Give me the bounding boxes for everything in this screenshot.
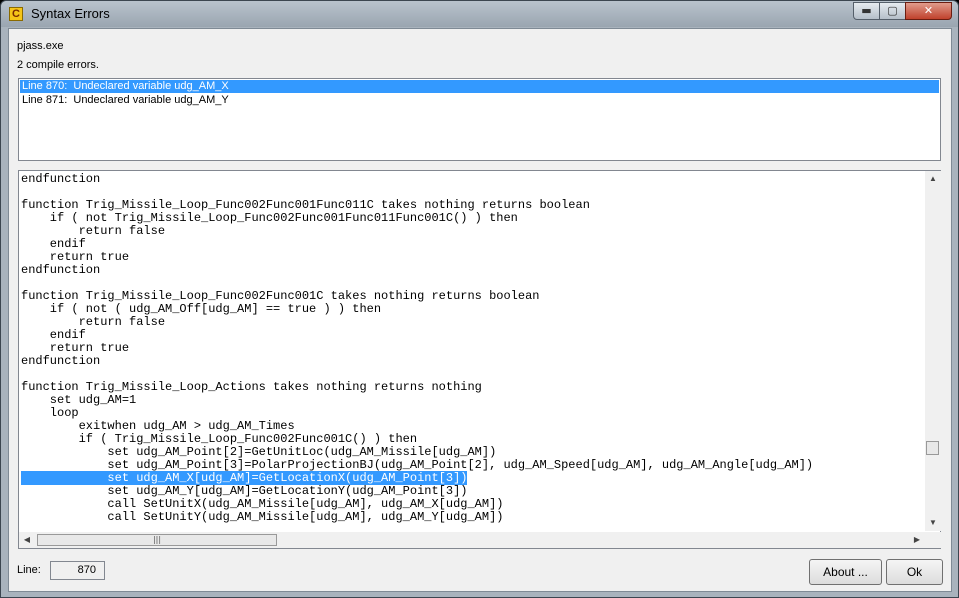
code-lines: endfunction function Trig_Missile_Loop_Fu… bbox=[21, 173, 923, 532]
code-line: endif bbox=[21, 237, 86, 251]
code-line: endfunction bbox=[21, 354, 101, 368]
window-title: Syntax Errors bbox=[31, 6, 110, 21]
horizontal-scroll-thumb[interactable]: ||| bbox=[37, 534, 277, 546]
code-line: set udg_AM=1 bbox=[21, 393, 137, 407]
app-icon: C bbox=[9, 7, 23, 21]
error-list-item[interactable]: Line 871: Undeclared variable udg_AM_Y bbox=[20, 94, 939, 107]
scroll-down-arrow-icon[interactable]: ▼ bbox=[925, 515, 941, 531]
maximize-button[interactable]: ▢ bbox=[879, 2, 906, 20]
highlighted-error-line: set udg_AM_X[udg_AM]=GetLocationX(udg_AM… bbox=[21, 471, 468, 485]
line-label: Line: bbox=[17, 564, 41, 576]
code-line: call SetUnitY(udg_AM_Missile[udg_AM], ud… bbox=[21, 510, 504, 524]
vertical-scroll-thumb[interactable] bbox=[926, 441, 939, 455]
vertical-scrollbar[interactable]: ▲ ▼ bbox=[925, 171, 941, 531]
code-line: return true bbox=[21, 341, 130, 355]
code-line: return false bbox=[21, 224, 166, 238]
dialog-client-area: pjass.exe 2 compile errors. Line 870: Un… bbox=[8, 28, 952, 592]
code-line: return false bbox=[21, 315, 166, 329]
error-summary: 2 compile errors. bbox=[17, 59, 99, 71]
horizontal-scrollbar[interactable]: ◀ ||| ▶ bbox=[19, 532, 925, 548]
close-button[interactable]: ✕ bbox=[905, 2, 952, 20]
code-line: endif bbox=[21, 328, 86, 342]
title-bar[interactable]: C Syntax Errors ▬ ▢ ✕ bbox=[1, 1, 958, 27]
code-line: function Trig_Missile_Loop_Actions takes… bbox=[21, 380, 482, 394]
code-view[interactable]: endfunction function Trig_Missile_Loop_Fu… bbox=[18, 170, 941, 549]
ok-button[interactable]: Ok bbox=[886, 559, 943, 585]
line-number-field: 870 bbox=[50, 561, 105, 580]
program-name: pjass.exe bbox=[17, 40, 64, 52]
code-line: endfunction bbox=[21, 263, 101, 277]
scroll-right-arrow-icon[interactable]: ▶ bbox=[909, 532, 925, 548]
about-button[interactable]: About ... bbox=[809, 559, 882, 585]
scroll-up-arrow-icon[interactable]: ▲ bbox=[925, 171, 941, 187]
minimize-button[interactable]: ▬ bbox=[853, 2, 880, 20]
error-list-item[interactable]: Line 870: Undeclared variable udg_AM_X bbox=[20, 80, 939, 93]
code-line: endfunction bbox=[21, 173, 101, 186]
error-list[interactable]: Line 870: Undeclared variable udg_AM_X Li… bbox=[18, 78, 941, 161]
scroll-left-arrow-icon[interactable]: ◀ bbox=[19, 532, 35, 548]
syntax-errors-window: C Syntax Errors ▬ ▢ ✕ pjass.exe 2 compil… bbox=[0, 0, 959, 598]
code-line: return true bbox=[21, 250, 130, 264]
scroll-corner bbox=[925, 532, 941, 548]
